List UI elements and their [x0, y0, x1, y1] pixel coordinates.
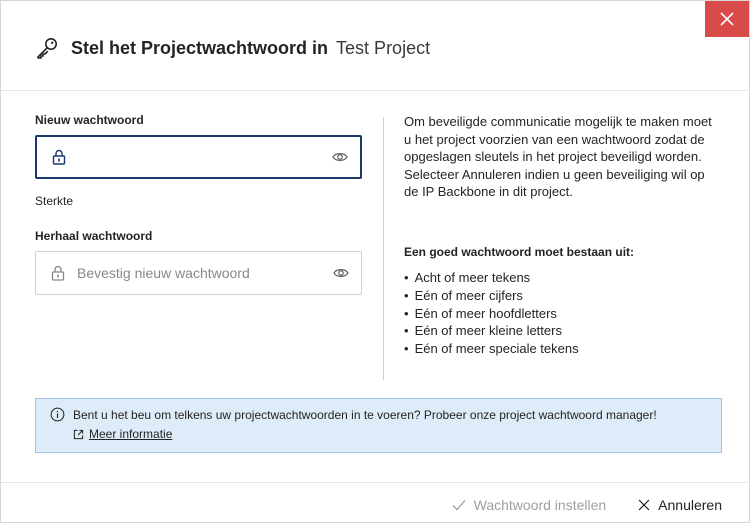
- column-separator: [383, 117, 384, 380]
- close-icon: [638, 499, 650, 511]
- footer-divider: [1, 482, 750, 483]
- info-message: Bent u het beu om telkens uw projectwach…: [73, 407, 657, 422]
- new-password-field[interactable]: [35, 135, 362, 179]
- help-description: Om beveiligde communicatie mogelijk te m…: [404, 114, 712, 200]
- set-password-label: Wachtwoord instellen: [473, 497, 607, 513]
- repeat-password-field[interactable]: Bevestig nieuw wachtwoord: [35, 251, 362, 295]
- dialog-title: Stel het Projectwachtwoord in: [71, 37, 329, 58]
- list-item: Acht of meer tekens: [404, 269, 579, 287]
- requirements-title: Een goed wachtwoord moet bestaan uit:: [404, 245, 635, 259]
- header-divider: [1, 90, 750, 91]
- close-icon: [720, 12, 734, 26]
- eye-icon[interactable]: [333, 267, 349, 279]
- list-item: Eén of meer cijfers: [404, 287, 579, 305]
- list-item: Eén of meer speciale tekens: [404, 340, 579, 358]
- dialog-header: Stel het Projectwachtwoord in Test Proje…: [35, 34, 430, 62]
- repeat-password-placeholder: Bevestig nieuw wachtwoord: [77, 265, 250, 281]
- requirements-list: Acht of meer tekens Eén of meer cijfers …: [404, 269, 579, 358]
- strength-label: Sterkte: [35, 194, 74, 208]
- checkmark-icon: [452, 500, 466, 511]
- cancel-label: Annuleren: [658, 497, 722, 513]
- close-button[interactable]: [705, 1, 749, 37]
- new-password-label: Nieuw wachtwoord: [35, 113, 144, 127]
- project-name: Test Project: [336, 37, 431, 58]
- repeat-password-label: Herhaal wachtwoord: [35, 229, 153, 243]
- list-item: Eén of meer kleine letters: [404, 322, 579, 340]
- info-icon: [50, 407, 65, 422]
- password-dialog: Stel het Projectwachtwoord in Test Proje…: [0, 0, 750, 523]
- dialog-footer: Wachtwoord instellen Annuleren: [452, 497, 722, 513]
- lock-icon: [52, 149, 66, 165]
- eye-icon[interactable]: [332, 151, 348, 163]
- more-info-link[interactable]: Meer informatie: [89, 427, 172, 441]
- external-link-icon: [73, 429, 84, 439]
- list-item: Eén of meer hoofdletters: [404, 305, 579, 323]
- info-banner: Bent u het beu om telkens uw projectwach…: [35, 398, 722, 453]
- key-icon: [37, 38, 57, 59]
- lock-icon: [51, 265, 65, 281]
- set-password-button[interactable]: Wachtwoord instellen: [452, 497, 607, 513]
- cancel-button[interactable]: Annuleren: [638, 497, 722, 513]
